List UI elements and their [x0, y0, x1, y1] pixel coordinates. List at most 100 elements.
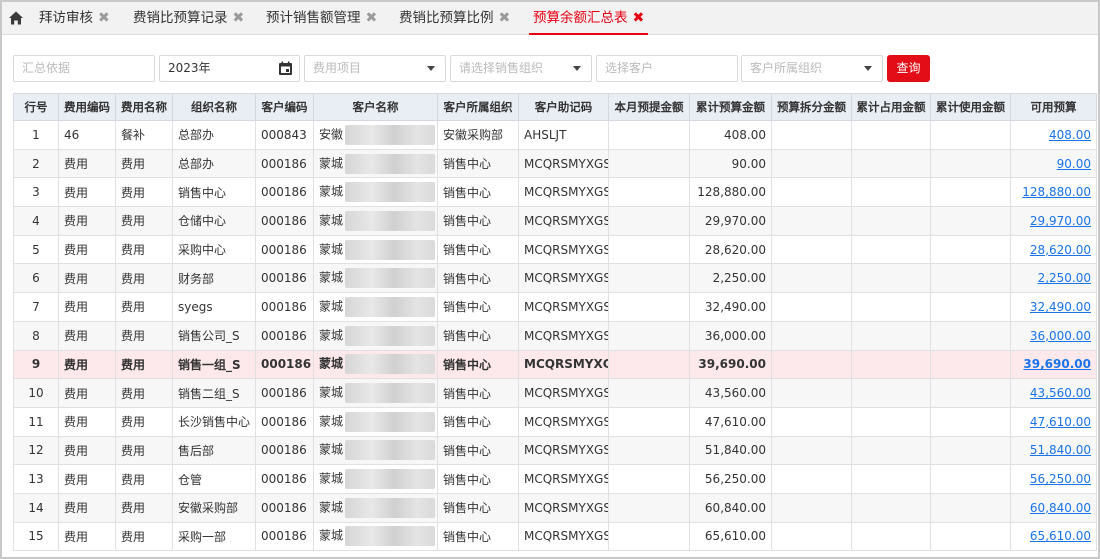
summary-basis-field[interactable]: 汇总依据: [13, 55, 155, 82]
available-budget-link[interactable]: 51,840.00: [1030, 443, 1091, 457]
available-budget-link[interactable]: 36,000.00: [1030, 329, 1091, 343]
customer-org: 销售中心: [437, 521, 519, 552]
customer-code: 000186: [255, 464, 314, 494]
query-button[interactable]: 查询: [887, 55, 930, 82]
col-header[interactable]: 组织名称: [172, 93, 256, 121]
table-row[interactable]: 1 46 餐补 总部办 000843 安徽 安徽采购部 AHSLJT 408.00 408.00: [13, 120, 1097, 150]
available-budget[interactable]: 39,690.00: [1010, 349, 1097, 380]
available-budget-link[interactable]: 47,610.00: [1030, 415, 1091, 429]
customer-field[interactable]: 选择客户: [596, 55, 738, 82]
row-number: 3: [13, 177, 59, 208]
col-header[interactable]: 客户编码: [255, 93, 314, 121]
available-budget-link[interactable]: 2,250.00: [1038, 271, 1091, 285]
available-budget-link[interactable]: 28,620.00: [1030, 243, 1091, 257]
col-header[interactable]: 本月预提金额: [608, 93, 690, 121]
col-header[interactable]: 费用名称: [115, 93, 173, 121]
tab-bar: 拜访审核 ✖ 费销比预算记录 ✖ 预计销售额管理 ✖ 费销比预算比例 ✖ 预算余额汇总表…: [2, 2, 1098, 35]
calendar-icon[interactable]: [278, 61, 293, 76]
table-row[interactable]: 3 费用 费用 销售中心 000186 蒙城 销售中心 MCQRSMYXGS 128,880.0…: [13, 177, 1097, 208]
customer-mnemonic-text: MCQRSMYXGS: [524, 500, 609, 515]
tab-expense-ratio-budget[interactable]: 费销比预算比例 ✖: [399, 2, 510, 35]
table-row[interactable]: 2 费用 费用 总部办 000186 蒙城 销售中心 MCQRSMYXGS 90.00 90.00: [13, 148, 1097, 179]
available-budget[interactable]: 408.00: [1010, 120, 1097, 150]
expense-code-text: 46: [64, 127, 80, 142]
expense-name: 费用: [115, 521, 173, 552]
table-row[interactable]: 8 费用 费用 销售公司_S 000186 蒙城 销售中心 MCQRSMYXGS 36,000.…: [13, 320, 1097, 351]
tab-forecast-sales[interactable]: 预计销售额管理 ✖: [266, 2, 377, 35]
customer-code: 000186: [255, 292, 314, 322]
available-budget[interactable]: 90.00: [1010, 148, 1097, 179]
row-number: 6: [13, 263, 59, 294]
available-budget[interactable]: 56,250.00: [1010, 464, 1097, 494]
redacted-block: [345, 268, 436, 289]
close-icon[interactable]: ✖: [366, 10, 378, 26]
table-row[interactable]: 6 费用 费用 财务部 000186 蒙城 销售中心 MCQRSMYXGS 2,250.00 2,…: [13, 263, 1097, 294]
close-icon[interactable]: ✖: [633, 10, 645, 26]
col-header[interactable]: 累计占用金额: [851, 93, 931, 121]
customer-org-text: 销售中心: [443, 214, 492, 229]
org-name: 销售二组_S: [172, 378, 256, 408]
budget-split: [771, 378, 852, 408]
col-header[interactable]: 可用预算: [1010, 93, 1097, 121]
available-budget[interactable]: 128,880.00: [1010, 177, 1097, 208]
col-header[interactable]: 费用编码: [58, 93, 116, 121]
table-row[interactable]: 14 费用 费用 安徽采购部 000186 蒙城 销售中心 MCQRSMYXGS 60,840.…: [13, 492, 1097, 523]
available-budget[interactable]: 47,610.00: [1010, 406, 1097, 437]
sales-org-select[interactable]: 请选择销售组织: [450, 55, 592, 82]
available-budget-link[interactable]: 39,690.00: [1023, 357, 1091, 371]
close-icon[interactable]: ✖: [233, 10, 245, 26]
available-budget[interactable]: 2,250.00: [1010, 263, 1097, 294]
col-header[interactable]: 客户助记码: [518, 93, 609, 121]
close-icon[interactable]: ✖: [499, 10, 511, 26]
available-budget[interactable]: 36,000.00: [1010, 320, 1097, 351]
available-budget-link[interactable]: 56,250.00: [1030, 472, 1091, 486]
table-row[interactable]: 15 费用 费用 采购一部 000186 蒙城 销售中心 MCQRSMYXGS 65,610.0…: [13, 521, 1097, 552]
tab-visit-review[interactable]: 拜访审核 ✖: [39, 2, 110, 35]
table-row[interactable]: 13 费用 费用 仓管 000186 蒙城 销售中心 MCQRSMYXGS 56,250.00 5…: [13, 464, 1097, 494]
table-row[interactable]: 12 费用 费用 售后部 000186 蒙城 销售中心 MCQRSMYXGS 51,840.00…: [13, 435, 1097, 466]
col-header[interactable]: 累计使用金额: [930, 93, 1011, 121]
table-row[interactable]: 7 费用 费用 syegs 000186 蒙城 销售中心 MCQRSMYXGS 32,490.0…: [13, 292, 1097, 322]
customer-org-text: 销售中心: [443, 185, 492, 200]
available-budget[interactable]: 65,610.00: [1010, 521, 1097, 552]
available-budget[interactable]: 28,620.00: [1010, 234, 1097, 265]
tab-expense-ratio-record[interactable]: 费销比预算记录 ✖: [133, 2, 244, 35]
available-budget-link[interactable]: 60,840.00: [1030, 501, 1091, 515]
available-budget-link[interactable]: 128,880.00: [1022, 185, 1091, 199]
tab-budget-balance-summary[interactable]: 预算余额汇总表 ✖: [528, 2, 649, 35]
budget-split: [771, 464, 852, 494]
available-budget[interactable]: 43,560.00: [1010, 378, 1097, 408]
col-header[interactable]: 行号: [13, 93, 59, 121]
close-icon[interactable]: ✖: [98, 10, 110, 26]
table-row[interactable]: 5 费用 费用 采购中心 000186 蒙城 销售中心 MCQRSMYXGS 28,620.00…: [13, 234, 1097, 265]
customer-name: 蒙城: [313, 435, 438, 466]
occupied-total: [851, 148, 931, 179]
available-budget[interactable]: 32,490.00: [1010, 292, 1097, 322]
home-icon[interactable]: [8, 10, 24, 26]
available-budget-link[interactable]: 408.00: [1049, 128, 1091, 142]
customer-org-text: 销售中心: [443, 386, 492, 401]
col-header[interactable]: 预算拆分金额: [771, 93, 852, 121]
table-row[interactable]: 9 费用 费用 销售一组_S 000186 蒙城 销售中心 MCQRSMYXGS 39,690.…: [13, 349, 1097, 380]
col-header[interactable]: 客户所属组织: [437, 93, 519, 121]
table-row[interactable]: 11 费用 费用 长沙销售中心 000186 蒙城 销售中心 MCQRSMYXGS 47,610…: [13, 406, 1097, 437]
year-picker[interactable]: 2023年: [159, 55, 300, 82]
occupied-total: [851, 292, 931, 322]
available-budget-link[interactable]: 65,610.00: [1030, 529, 1091, 543]
available-budget[interactable]: 29,970.00: [1010, 206, 1097, 236]
budget-split: [771, 263, 852, 294]
available-budget-link[interactable]: 29,970.00: [1030, 214, 1091, 228]
customer-org-select[interactable]: 客户所属组织: [741, 55, 883, 82]
available-budget[interactable]: 51,840.00: [1010, 435, 1097, 466]
available-budget-link[interactable]: 90.00: [1057, 157, 1091, 171]
expense-name-text: 餐补: [121, 128, 146, 143]
expense-code: 费用: [58, 263, 116, 294]
col-header[interactable]: 客户名称: [313, 93, 438, 121]
available-budget-link[interactable]: 43,560.00: [1030, 386, 1091, 400]
table-row[interactable]: 4 费用 费用 仓储中心 000186 蒙城 销售中心 MCQRSMYXGS 29,970.00…: [13, 206, 1097, 236]
table-row[interactable]: 10 费用 费用 销售二组_S 000186 蒙城 销售中心 MCQRSMYXGS 43,560…: [13, 378, 1097, 408]
available-budget[interactable]: 60,840.00: [1010, 492, 1097, 523]
expense-item-select[interactable]: 费用项目: [304, 55, 446, 82]
available-budget-link[interactable]: 32,490.00: [1030, 300, 1091, 314]
col-header[interactable]: 累计预算金额: [689, 93, 772, 121]
